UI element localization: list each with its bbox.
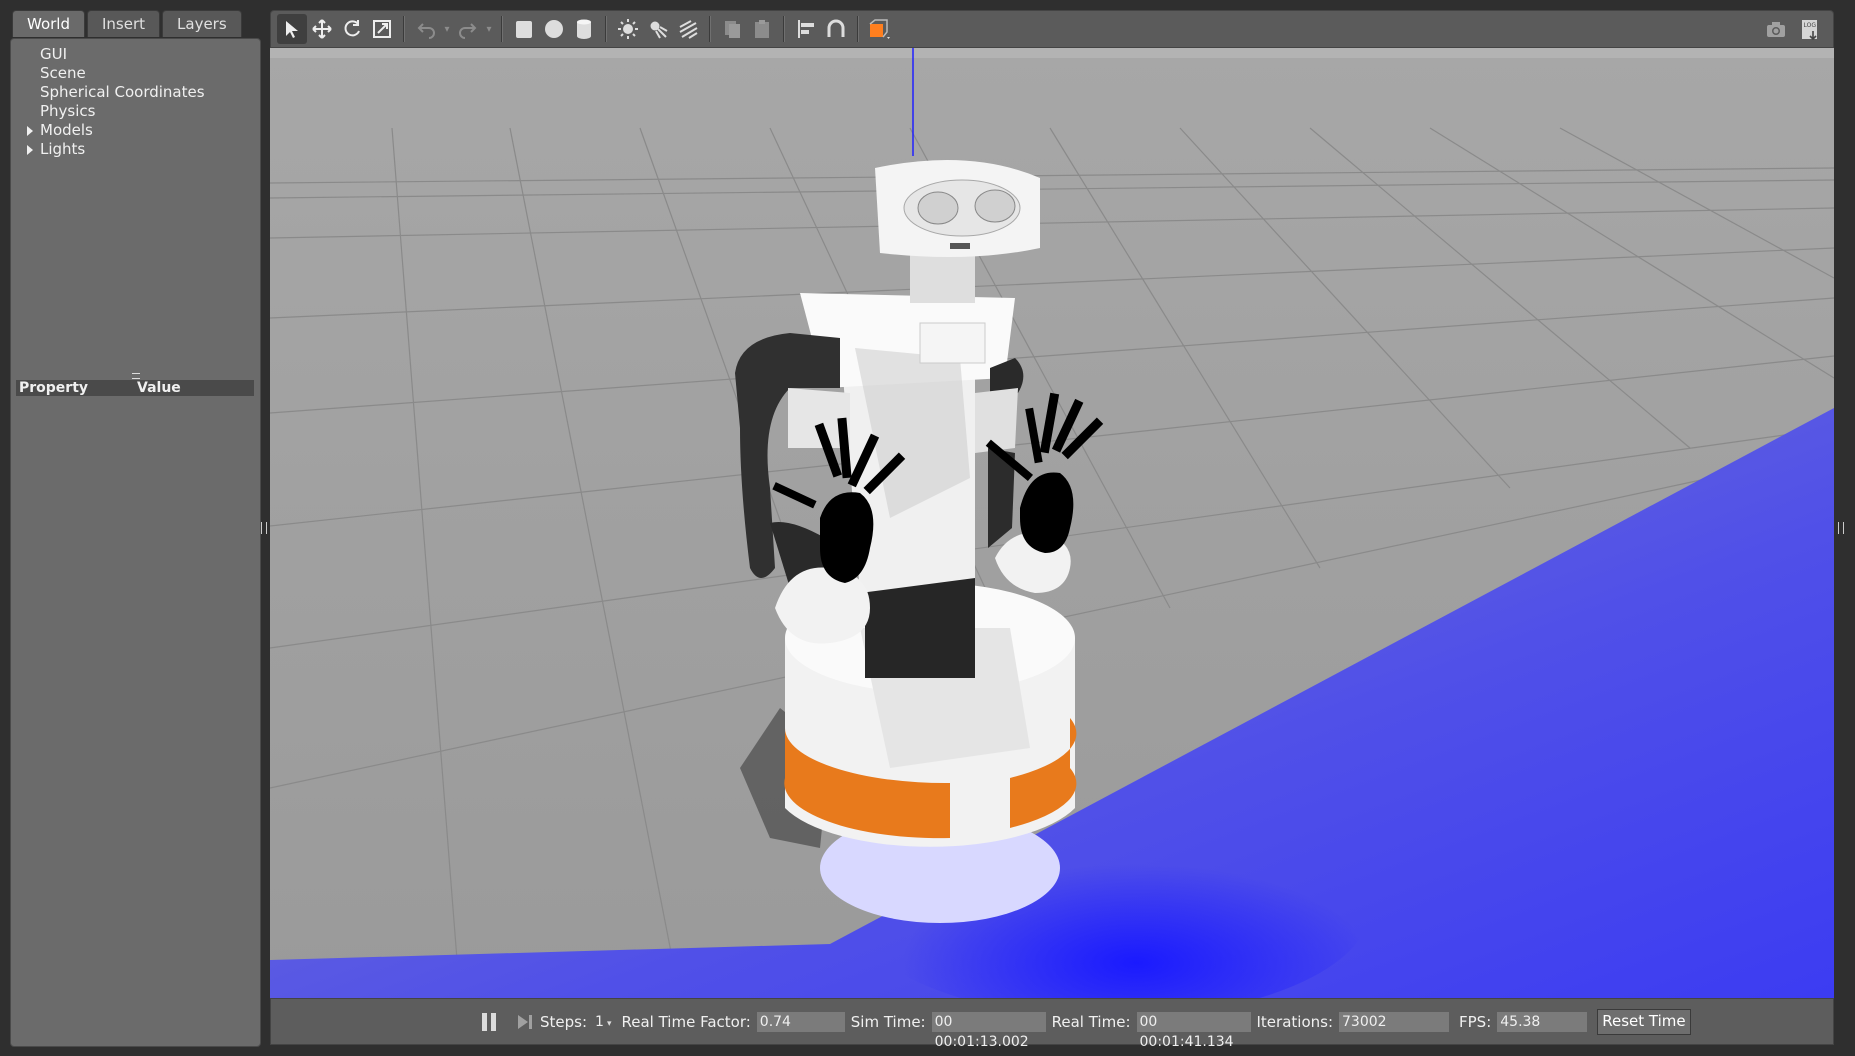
translate-icon[interactable] — [307, 14, 337, 44]
tab-insert[interactable]: Insert — [87, 10, 161, 37]
tree-item-label: Spherical Coordinates — [40, 83, 205, 101]
rotate-icon[interactable] — [337, 14, 367, 44]
right-panel-collapse-handle[interactable] — [1838, 522, 1844, 534]
copy-icon[interactable] — [717, 14, 747, 44]
panel-splitter-handle[interactable] — [132, 373, 140, 379]
real-time-factor-label: Real Time Factor: — [621, 1012, 751, 1031]
toolbar-separator — [709, 16, 711, 42]
tree-item-lights[interactable]: Lights — [11, 140, 260, 159]
tree-item-models[interactable]: Models — [11, 121, 260, 140]
fps-field: 45.38 — [1497, 1011, 1588, 1032]
toolbar-separator — [783, 16, 785, 42]
steps-label: Steps: — [540, 1012, 588, 1031]
expand-arrow-icon[interactable] — [27, 126, 33, 136]
tree-item-gui[interactable]: GUI — [11, 45, 260, 64]
view-angle-icon[interactable] — [865, 14, 895, 44]
tab-layers[interactable]: Layers — [162, 10, 242, 37]
step-icon[interactable] — [516, 1013, 534, 1031]
tree-item-scene[interactable]: Scene — [11, 64, 260, 83]
sim-time-field: 00 00:01:13.002 — [931, 1011, 1046, 1050]
select-arrow-icon[interactable] — [277, 14, 307, 44]
scene-viewport[interactable] — [270, 48, 1834, 998]
scene-render — [270, 48, 1834, 998]
chevron-down-icon[interactable]: ▾ — [607, 1019, 612, 1029]
real-time-label: Real Time: — [1051, 1012, 1131, 1031]
toolbar-separator — [605, 16, 607, 42]
toolbar-separator — [403, 16, 405, 42]
align-icon[interactable] — [791, 14, 821, 44]
real-time-field: 00 00:01:41.134 — [1136, 1011, 1251, 1050]
left-panel-collapse-handle[interactable] — [261, 522, 267, 534]
tree-item-spherical-coordinates[interactable]: Spherical Coordinates — [11, 83, 260, 102]
directional-light-icon[interactable] — [673, 14, 703, 44]
tree-item-label: GUI — [40, 45, 68, 63]
tab-world[interactable]: World — [12, 10, 85, 37]
log-icon[interactable]: LOG — [1795, 15, 1825, 45]
property-table-header: Property Value — [16, 380, 254, 396]
steps-spinbox[interactable]: 1 ▾ — [595, 1014, 611, 1030]
tree-item-physics[interactable]: Physics — [11, 102, 260, 121]
toolbar: ▾ ▾ LOG — [270, 10, 1834, 48]
robot-model[interactable] — [735, 160, 1104, 923]
property-column-header: Property — [19, 380, 89, 396]
paste-icon[interactable] — [747, 14, 777, 44]
pause-icon[interactable] — [482, 1012, 498, 1031]
undo-icon[interactable] — [411, 14, 441, 44]
expand-arrow-icon[interactable] — [27, 145, 33, 155]
horizon-band — [270, 48, 1834, 58]
real-time-factor-field: 0.74 — [756, 1011, 845, 1032]
toolbar-separator — [857, 16, 859, 42]
reset-time-button[interactable]: Reset Time — [1597, 1008, 1691, 1035]
tree-item-label: Scene — [40, 64, 86, 82]
spot-light-icon[interactable] — [643, 14, 673, 44]
panel-tabs: World Insert Layers — [12, 10, 242, 38]
cylinder-icon[interactable] — [569, 14, 599, 44]
sphere-icon[interactable] — [539, 14, 569, 44]
toolbar-separator — [501, 16, 503, 42]
scale-icon[interactable] — [367, 14, 397, 44]
point-light-icon[interactable] — [613, 14, 643, 44]
tree-item-label: Lights — [40, 140, 86, 158]
toolbar-right-group: LOG — [1761, 15, 1825, 45]
svg-text:LOG: LOG — [1804, 22, 1817, 29]
snap-icon[interactable] — [821, 14, 851, 44]
steps-value: 1 — [595, 1013, 604, 1030]
undo-history-dropdown-icon[interactable]: ▾ — [441, 14, 453, 44]
tree-item-label: Physics — [40, 102, 96, 120]
sim-time-label: Sim Time: — [850, 1012, 926, 1031]
box-icon[interactable] — [509, 14, 539, 44]
redo-icon[interactable] — [453, 14, 483, 44]
tree-item-label: Models — [40, 121, 93, 139]
value-column-header: Value — [137, 380, 181, 396]
fps-label: FPS: — [1459, 1012, 1492, 1031]
iterations-field: 73002 — [1339, 1011, 1449, 1032]
world-panel: GUI Scene Spherical Coordinates Physics … — [10, 38, 261, 1047]
world-tree: GUI Scene Spherical Coordinates Physics … — [11, 45, 260, 159]
simulation-status-bar: Steps: 1 ▾ Real Time Factor: 0.74 Sim Tim… — [270, 998, 1834, 1050]
iterations-label: Iterations: — [1256, 1012, 1334, 1031]
redo-history-dropdown-icon[interactable]: ▾ — [483, 14, 495, 44]
screenshot-icon[interactable] — [1761, 15, 1791, 45]
